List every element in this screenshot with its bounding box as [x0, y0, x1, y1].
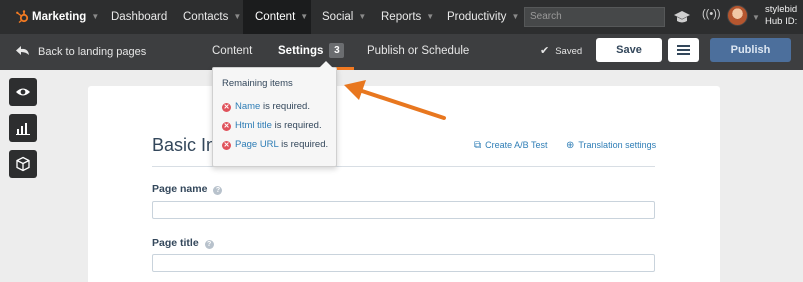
- annotation-arrow-icon: [344, 80, 446, 120]
